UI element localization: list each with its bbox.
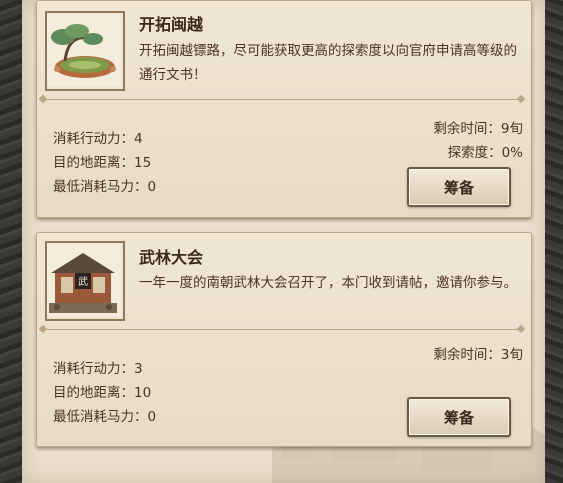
quest-description: 开拓闽越镖路，尽可能获取更高的探索度以向官府申请高等级的通行文书！ bbox=[139, 43, 517, 83]
stat-distance: 目的地距离：10 bbox=[53, 385, 152, 401]
card-divider bbox=[43, 99, 521, 100]
remaining-time: 剩余时间：3旬 bbox=[433, 347, 523, 363]
bonsai-courtyard-icon bbox=[47, 13, 119, 85]
stat-action-cost: 消耗行动力：4 bbox=[53, 131, 143, 147]
prepare-button[interactable]: 筹备 bbox=[407, 397, 511, 437]
quest-card[interactable]: 武 武林大会 一年一度的南朝武林大会召开了，本门收到请帖，邀请你参与。 消耗行动… bbox=[36, 232, 532, 447]
exploration-degree: 探索度：0% bbox=[447, 145, 523, 161]
game-window: 开拓闽越 开拓闽越镖路，尽可能获取更高的探索度以向官府申请高等级的通行文书！ 消… bbox=[0, 0, 563, 483]
frame-left-border bbox=[0, 0, 22, 483]
stat-distance: 目的地距离：15 bbox=[53, 155, 152, 171]
stat-min-horsepower: 最低消耗马力：0 bbox=[53, 409, 157, 425]
quest-description: 一年一度的南朝武林大会召开了，本门收到请帖，邀请你参与。 bbox=[139, 275, 517, 291]
quest-list-panel[interactable]: 开拓闽越 开拓闽越镖路，尽可能获取更高的探索度以向官府申请高等级的通行文书！ 消… bbox=[22, 0, 545, 483]
card-divider bbox=[43, 329, 521, 330]
stat-action-cost: 消耗行动力：3 bbox=[53, 361, 143, 377]
svg-text:武: 武 bbox=[78, 275, 88, 288]
quest-thumbnail: 武 bbox=[45, 241, 125, 321]
prepare-button[interactable]: 筹备 bbox=[407, 167, 511, 207]
pavilion-banner-icon: 武 bbox=[47, 243, 119, 315]
quest-thumbnail bbox=[45, 11, 125, 91]
quest-title: 武林大会 bbox=[139, 248, 204, 267]
quest-card[interactable]: 开拓闽越 开拓闽越镖路，尽可能获取更高的探索度以向官府申请高等级的通行文书！ 消… bbox=[36, 0, 532, 218]
stat-min-horsepower: 最低消耗马力：0 bbox=[53, 179, 157, 195]
remaining-time: 剩余时间：9旬 bbox=[433, 121, 523, 137]
quest-title: 开拓闽越 bbox=[139, 15, 204, 34]
frame-right-border bbox=[545, 0, 563, 483]
